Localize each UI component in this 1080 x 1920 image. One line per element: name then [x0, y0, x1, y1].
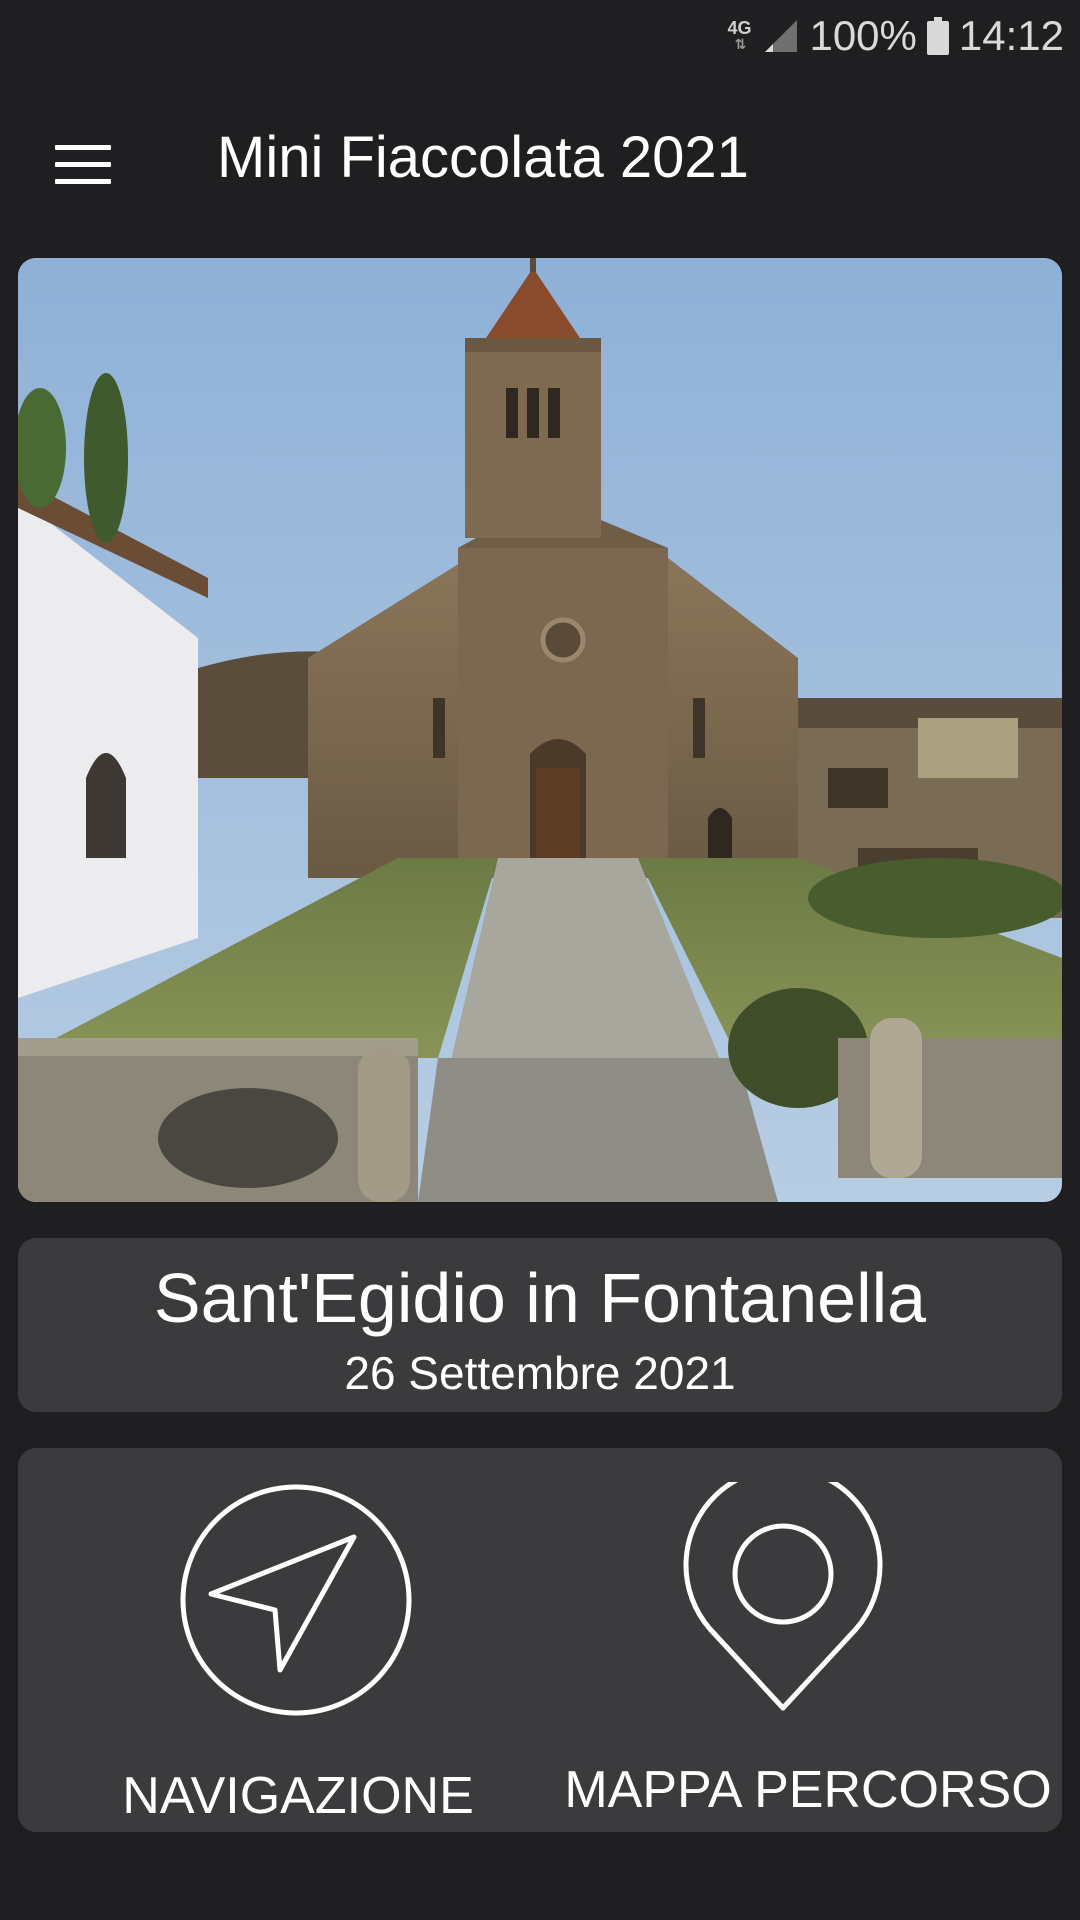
clock: 14:12	[958, 12, 1064, 59]
status-bar: 4G ⇅ 100% 14:12	[0, 0, 1080, 72]
battery-icon	[926, 17, 949, 55]
page-title: Mini Fiaccolata 2021	[217, 125, 749, 190]
navigation-button[interactable]: NAVIGAZIONE	[58, 1448, 538, 1832]
actions-card: NAVIGAZIONE MAPPA PERCORSO	[18, 1448, 1062, 1832]
data-activity-icon: ⇅	[734, 36, 747, 52]
event-date: 26 Settembre 2021	[344, 1347, 736, 1399]
navigation-arrow-icon	[178, 1482, 414, 1718]
hamburger-menu-icon[interactable]	[40, 122, 126, 208]
route-map-label: MAPPA PERCORSO	[564, 1761, 1052, 1819]
event-info-card: Sant'Egidio in Fontanella 26 Settembre 2…	[18, 1238, 1062, 1412]
route-map-button[interactable]: MAPPA PERCORSO	[558, 1448, 1058, 1832]
event-place-name: Sant'Egidio in Fontanella	[153, 1259, 927, 1337]
church-photo	[18, 258, 1062, 1202]
app-toolbar: Mini Fiaccolata 2021	[0, 72, 1080, 244]
app-screen: 4G ⇅ 100% 14:12 Mini Fiaccolata 2021 San…	[0, 0, 1080, 1920]
status-indicators: 4G ⇅ 100% 14:12	[727, 8, 1064, 64]
signal-strength-icon	[763, 18, 799, 54]
network-type-label: 4G	[727, 18, 752, 38]
network-type-indicator: 4G ⇅	[727, 18, 752, 52]
battery-percentage: 100%	[809, 12, 917, 59]
map-pin-icon	[683, 1465, 883, 1714]
navigation-label: NAVIGAZIONE	[122, 1767, 474, 1825]
